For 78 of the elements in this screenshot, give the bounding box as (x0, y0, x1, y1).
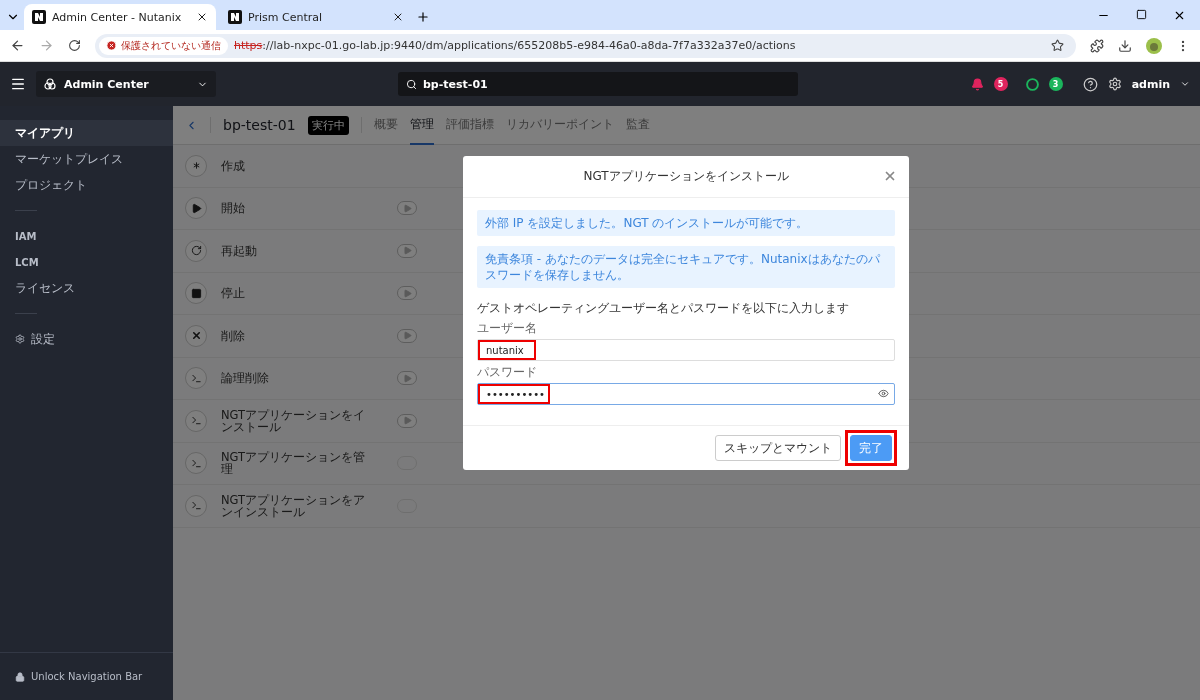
ring-icon[interactable] (1025, 77, 1039, 91)
lock-icon (15, 671, 25, 682)
play-icon (402, 246, 412, 256)
nav-item[interactable]: 設定 (0, 326, 173, 352)
info-notice: 外部 IP を設定しました。NGT のインストールが可能です。 (477, 210, 895, 236)
action-label: 作成 (221, 159, 246, 172)
play-icon (402, 331, 412, 341)
instruction-text: ゲストオペレーティングユーザー名とパスワードを以下に入力します (477, 300, 850, 317)
close-icon (190, 330, 202, 342)
new-tab-icon[interactable] (416, 10, 430, 24)
browser-tab[interactable]: Prism Central (220, 4, 412, 30)
play-icon (402, 288, 412, 298)
bookmark-star-icon[interactable] (1051, 39, 1064, 52)
alert-count: 5 (993, 77, 1008, 91)
close-icon[interactable] (1173, 9, 1186, 22)
action-row[interactable]: NGTアプリケーションをアンインストール (173, 485, 1200, 528)
extensions-icon[interactable] (1090, 38, 1104, 53)
play-icon (402, 373, 412, 383)
nav-item[interactable]: ライセンス (0, 275, 173, 301)
info-notice: 免責条項 - あなたのデータは完全にセキュアです。Nutanixはあなたのパスワードを保存しません。 (477, 246, 895, 288)
field-label: パスワード (477, 364, 538, 381)
browser-tab[interactable]: Admin Center - Nutanix (24, 4, 216, 30)
terminal-icon (190, 372, 202, 384)
nutanix-logo-icon (32, 10, 46, 24)
back-icon[interactable] (10, 38, 25, 53)
stop-icon (190, 287, 202, 299)
warning-icon (106, 40, 117, 51)
dialog-title: NGTアプリケーションをインストール (583, 168, 789, 185)
nav-item[interactable]: マーケットプレイス (0, 146, 173, 172)
action-label: 論理削除 (221, 372, 270, 385)
nav-item[interactable]: マイアプリ (0, 120, 173, 146)
app-title: bp-test-01 (223, 117, 296, 133)
action-label: 再起動 (221, 244, 258, 257)
menu-icon[interactable] (10, 76, 26, 92)
password-field[interactable]: •••••••••• (477, 383, 895, 405)
skip-button[interactable]: スキップとマウント (715, 435, 841, 461)
action-label: 停止 (221, 287, 246, 300)
search-field[interactable]: bp-test-01 (398, 72, 798, 96)
chevron-down-icon[interactable] (1180, 79, 1190, 89)
url-text: https://lab-nxpc-01.go-lab.jp:9440/dm/applications/655208b5-e984-46a0-a8da-7f7a332a37e0/actions (234, 39, 796, 52)
address-bar[interactable]: 保護されていない通信 https://lab-nxpc-01.go-lab.jp:9440/dm/applications/655208b5-e984-46a0-a8da-7f7a332a37e0/actions (95, 33, 1076, 58)
download-icon[interactable] (1118, 38, 1132, 53)
action-label: NGTアプリケーションをインストール (221, 408, 367, 433)
action-label: 開始 (221, 202, 246, 215)
text-field[interactable]: nutanix (477, 339, 895, 361)
search-icon (406, 78, 417, 90)
nutanix-logo-icon (228, 10, 242, 24)
terminal-icon (190, 457, 202, 469)
task-count: 3 (1048, 77, 1063, 91)
maximize-icon[interactable] (1136, 9, 1147, 20)
play-icon (402, 416, 412, 426)
nav-item[interactable]: プロジェクト (0, 172, 173, 198)
restart-icon (190, 245, 202, 257)
play-icon (402, 203, 412, 213)
nav-item[interactable]: LCM (0, 249, 173, 275)
user-name[interactable]: admin (1131, 77, 1170, 91)
action-label: NGTアプリケーションを管理 (221, 451, 367, 476)
status-badge: 実行中 (307, 115, 349, 135)
bell-icon[interactable] (970, 77, 984, 91)
gear-icon (15, 334, 25, 344)
action-label: NGTアプリケーションをアンインストール (221, 493, 367, 518)
terminal-icon (190, 500, 202, 512)
help-icon[interactable] (1082, 76, 1098, 92)
eye-icon[interactable] (878, 388, 889, 399)
action-label: 削除 (221, 329, 246, 342)
circles-icon (44, 78, 56, 90)
close-icon[interactable] (392, 11, 404, 23)
tab[interactable]: 管理 (409, 105, 434, 145)
field-label: ユーザー名 (477, 320, 538, 337)
terminal-icon (190, 415, 202, 427)
close-icon[interactable] (196, 11, 208, 23)
avatar-icon[interactable] (1146, 37, 1162, 54)
settings-icon[interactable] (1107, 77, 1122, 91)
reload-icon[interactable] (68, 39, 81, 52)
play-icon (190, 202, 202, 214)
nav-item[interactable]: IAM (0, 223, 173, 249)
security-chip[interactable]: 保護されていない通信 (99, 36, 228, 55)
app-switcher[interactable]: Admin Center (36, 71, 216, 97)
